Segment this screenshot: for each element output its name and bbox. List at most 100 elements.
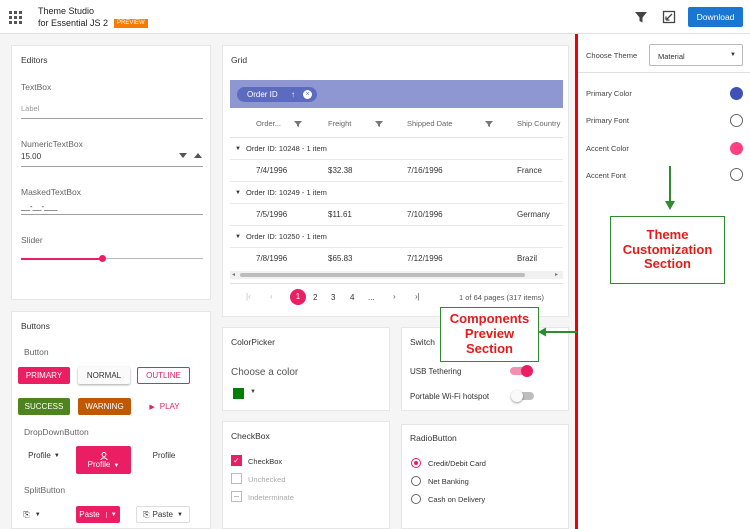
scroll-left-icon[interactable]: ◂ <box>232 271 235 278</box>
edit-export-icon[interactable] <box>662 10 676 24</box>
scrollbar-thumb[interactable] <box>240 273 525 277</box>
page-2[interactable]: 2 <box>313 293 317 302</box>
numeric-input[interactable]: 15.00 <box>21 152 41 161</box>
page-3[interactable]: 3 <box>331 293 335 302</box>
paste-outline-split-button[interactable]: ⎘ Paste ▼ <box>136 506 190 523</box>
switch-title: Switch <box>410 337 436 347</box>
last-page-icon[interactable]: ›| <box>415 292 420 301</box>
next-page-icon[interactable]: › <box>393 292 396 301</box>
textbox-input[interactable]: Label <box>21 104 39 113</box>
caret-down-icon[interactable]: ▼ <box>250 389 256 395</box>
choose-theme-label: Choose Theme <box>586 51 638 60</box>
spin-down-icon[interactable] <box>179 153 187 159</box>
radio-net-banking[interactable] <box>411 476 421 486</box>
table-row[interactable]: 7/5/1996 $11.61 7/10/1996 Germany <box>230 204 563 226</box>
paste-icon: ⎘ <box>23 509 30 519</box>
horizontal-scrollbar[interactable]: ◂ ▸ <box>230 271 563 279</box>
group-chip-order-id[interactable]: Order ID ↑ × <box>237 87 317 102</box>
radio-credit-card-label: Credit/Debit Card <box>428 459 486 468</box>
play-icon: ▶ <box>149 403 155 411</box>
group-caption[interactable]: ▼ Order ID: 10248 - 1 item <box>230 138 563 160</box>
filter-icon[interactable] <box>294 121 302 127</box>
apps-grid-icon[interactable] <box>9 11 22 24</box>
slider-thumb[interactable] <box>99 255 107 262</box>
profile-icon-dropdown-button[interactable]: Profile ▼ <box>76 446 131 474</box>
accent-color-label: Accent Color <box>586 144 629 153</box>
filter-icon[interactable] <box>375 121 383 127</box>
group-caption[interactable]: ▼ Order ID: 10249 - 1 item <box>230 182 563 204</box>
check-icon: ✓ <box>233 456 240 465</box>
remove-chip-icon[interactable]: × <box>303 90 312 99</box>
profile-dropdown-button[interactable]: Profile ▼ <box>18 447 70 464</box>
spin-up-icon[interactable] <box>194 153 202 159</box>
success-button[interactable]: SUCCESS <box>18 398 70 415</box>
play-button[interactable]: ▶ PLAY <box>142 398 187 415</box>
first-page-icon[interactable]: |‹ <box>246 292 251 301</box>
editors-card: Editors TextBox Label NumericTextBox 15.… <box>11 45 211 300</box>
primary-font-label: Primary Font <box>586 116 629 125</box>
scroll-right-icon[interactable]: ▸ <box>555 271 558 278</box>
table-row[interactable]: 7/8/1996 $65.83 7/12/1996 Brazil <box>230 248 563 270</box>
sort-asc-icon[interactable]: ↑ <box>291 87 295 102</box>
group-caption[interactable]: ▼ Order ID: 10250 - 1 item <box>230 226 563 248</box>
filter-icon[interactable] <box>634 10 648 24</box>
table-row[interactable]: 7/4/1996 $32.38 7/16/1996 France <box>230 160 563 182</box>
radio-cash-on-delivery-label: Cash on Delivery <box>428 495 486 504</box>
radio-cash-on-delivery[interactable] <box>411 494 421 504</box>
caret-down-icon[interactable]: ▼ <box>235 182 241 204</box>
arrow-left-icon <box>538 327 577 337</box>
accent-font-label: Accent Font <box>586 171 627 180</box>
pager-info: 1 of 64 pages (317 items) <box>459 293 545 302</box>
primary-button[interactable]: PRIMARY <box>18 367 70 384</box>
caret-down-icon: ▼ <box>34 511 41 518</box>
wifi-hotspot-label: Portable Wi-Fi hotspot <box>410 392 490 401</box>
accent-color-swatch[interactable] <box>730 142 743 155</box>
caret-down-icon[interactable]: ▼ <box>235 226 241 248</box>
primary-color-swatch[interactable] <box>730 87 743 100</box>
radio-credit-card[interactable] <box>411 458 421 468</box>
buttons-title: Buttons <box>21 321 50 331</box>
masked-input[interactable]: __-__-___ <box>21 202 57 211</box>
profile-flat-button[interactable]: Profile <box>138 447 190 464</box>
col-ship-country[interactable]: Ship Country <box>517 119 560 128</box>
filter-icon[interactable] <box>485 121 493 127</box>
color-swatch[interactable] <box>233 388 244 399</box>
button-section-label: Button <box>24 347 49 357</box>
page-1[interactable]: 1 <box>290 289 306 305</box>
theme-dropdown[interactable]: Material ▼ <box>649 44 743 66</box>
page-4[interactable]: 4 <box>350 293 354 302</box>
slider-label: Slider <box>21 235 43 245</box>
checkbox-checked[interactable]: ✓ <box>231 455 242 466</box>
radiobutton-card: RadioButton Credit/Debit Card Net Bankin… <box>401 424 569 529</box>
caret-down-icon: ▼ <box>176 511 183 518</box>
accent-font-swatch[interactable] <box>730 168 743 181</box>
preview-badge: PREVIEW <box>114 19 148 28</box>
slider-fill <box>21 258 103 260</box>
warning-button[interactable]: WARNING <box>78 398 131 415</box>
wifi-hotspot-switch[interactable] <box>511 390 534 402</box>
numeric-label: NumericTextBox <box>21 139 83 149</box>
page-more[interactable]: ... <box>368 293 375 302</box>
normal-button[interactable]: NORMAL <box>78 367 130 384</box>
radiobutton-title: RadioButton <box>410 433 457 443</box>
prev-page-icon[interactable]: ‹ <box>270 292 273 301</box>
editors-title: Editors <box>21 55 48 65</box>
outline-button[interactable]: OUTLINE <box>137 367 190 384</box>
components-preview-annotation: Components Preview Section <box>440 307 539 362</box>
paste-icon-split-button[interactable]: ⎘ ▼ <box>18 506 46 523</box>
usb-tethering-switch[interactable] <box>510 365 533 377</box>
paste-icon: ⎘ <box>143 509 150 519</box>
checkbox-indeterminate[interactable] <box>231 491 242 502</box>
col-order[interactable]: Order... <box>256 119 281 128</box>
radio-net-banking-label: Net Banking <box>428 477 469 486</box>
primary-font-swatch[interactable] <box>730 114 743 127</box>
checkbox-unchecked[interactable] <box>231 473 242 484</box>
col-shipped-date[interactable]: Shipped Date <box>407 119 452 128</box>
checkbox-card: CheckBox ✓ CheckBox Unchecked Indetermin… <box>222 421 390 529</box>
dropdown-section-label: DropDownButton <box>24 427 89 437</box>
download-button[interactable]: Download <box>688 7 743 27</box>
masked-label: MaskedTextBox <box>21 187 81 197</box>
col-freight[interactable]: Freight <box>328 119 351 128</box>
paste-split-button[interactable]: Paste ▼ <box>76 506 120 523</box>
caret-down-icon[interactable]: ▼ <box>235 138 241 160</box>
